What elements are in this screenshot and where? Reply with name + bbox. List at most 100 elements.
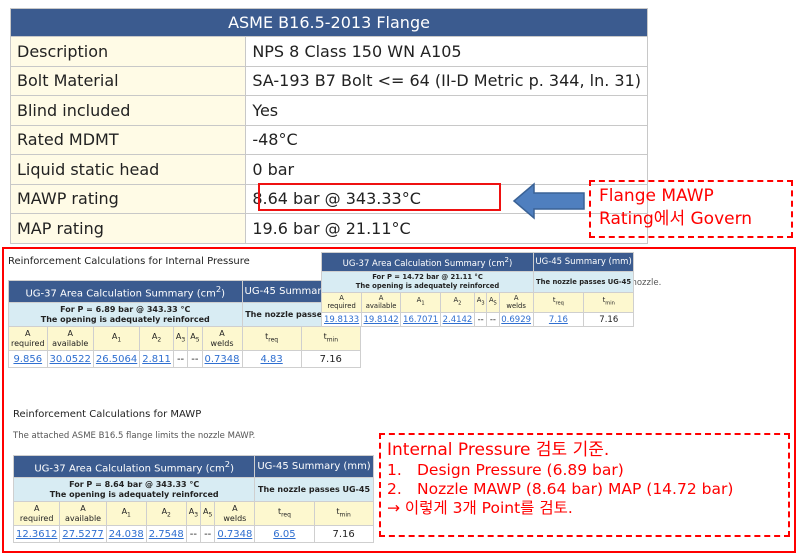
value-link[interactable]: 0.6929 [501,315,531,325]
column-header: A5 [187,326,203,351]
column-header: A2 [145,501,187,526]
column-header: A1 [105,501,147,526]
column-header: A5 [486,291,500,313]
annotation-title: Internal Pressure 검토 기준. [387,440,610,460]
value-link[interactable]: 27.5277 [62,529,103,540]
ug37-header: UG-37 Area Calculation Summary (cm2) [321,252,534,273]
pressure-summary: For P = 6.89 bar @ 343.33 °C The opening … [8,302,243,327]
column-header: Awelds [214,501,256,526]
value-link[interactable]: 0.7348 [217,529,252,540]
value-cell: 7.16 [583,311,635,328]
column-header: Aavailable [59,501,107,526]
flange-table-title: ASME B16.5-2013 Flange [10,8,648,37]
internal-pressure-annotation: Internal Pressure 검토 기준. 1. Design Pressu… [379,433,790,537]
item-number: 2. [387,480,402,498]
value-link[interactable]: 16.7071 [403,315,438,325]
value-link[interactable]: 6.05 [273,529,295,540]
value-link[interactable]: 30.0522 [50,354,91,365]
value-row: 9.856 30.0522 26.5064 2.811 -- -- 0.7348 4.83 7.… [8,350,361,368]
ug45-result: The nozzle passes UG-45 [532,271,635,293]
value-link[interactable]: 4.83 [260,354,282,365]
flange-row: Description NPS 8 Class 150 WN A105 [9,36,648,67]
pressure-summary: For P = 14.72 bar @ 21.11 °C The opening … [321,271,534,293]
flange-row-value: 19.6 bar @ 21.11°C [245,213,648,244]
section-title: Reinforcement Calculations for Internal … [8,256,250,267]
column-header: Arequired [8,326,48,351]
ug37-header: UG-37 Area Calculation Summary (cm2) [12,455,256,478]
pressure-summary: For P = 8.64 bar @ 343.33 °C The opening … [12,477,256,502]
section-title: Reinforcement Calculations for MAWP [13,409,202,420]
annotation-line: Flange MAWP [599,186,714,206]
flange-row: Blind included Yes [9,95,648,126]
left-arrow-icon [512,182,585,220]
value-link[interactable]: 19.8133 [324,315,359,325]
column-header: A5 [200,501,216,526]
reinforcement-table-internal: UG-37 Area Calculation Summary (cm2) UG-… [8,280,361,368]
value-link[interactable]: 9.856 [13,354,42,365]
flange-row-label: Liquid static head [9,154,247,185]
flange-row: Rated MDMT -48°C [9,124,648,155]
flange-mawp-annotation: Flange MAWP Rating에서 Govern [589,180,793,238]
column-header: A3 [473,291,488,313]
value-cell: -- [473,311,488,328]
value-cell: 7.16 [313,525,374,543]
value-cell: -- [486,311,500,328]
item-text: Nozzle MAWP (8.64 bar) MAP (14.72 bar) [417,480,734,498]
reinforcement-table-mawp: UG-37 Area Calculation Summary (cm2) UG-… [12,455,374,543]
column-header: A1 [400,291,441,313]
value-cell: -- [187,350,203,368]
annotation-item: 1. Design Pressure (6.89 bar) [387,461,782,480]
item-text: Design Pressure (6.89 bar) [417,461,624,479]
annotation-item: 2. Nozzle MAWP (8.64 bar) MAP (14.72 bar) [387,480,782,499]
column-header: Aavailable [360,291,402,313]
column-header: Arequired [12,501,61,526]
flange-row: Bolt Material SA-193 B7 Bolt <= 64 (II-D … [9,65,648,96]
flange-row-label: Bolt Material [9,65,247,96]
reinforcement-table-map: UG-37 Area Calculation Summary (cm2) UG-… [321,252,635,328]
value-cell: -- [172,350,189,368]
value-link[interactable]: 2.4142 [443,315,473,325]
value-cell: -- [185,525,202,543]
annotation-conclusion: → 이렇게 3개 Point를 검토. [387,499,573,517]
flange-row: Liquid static head 0 bar [9,154,648,185]
ug45-result: The nozzle passes UG-45 [254,477,374,502]
column-header: A1 [92,326,141,351]
annotation-line: Rating에서 Govern [599,209,753,229]
value-link[interactable]: 2.811 [142,354,171,365]
column-header: A2 [439,291,476,313]
column-header: A3 [185,501,202,526]
column-header: tmin [300,326,361,351]
column-header: A2 [139,326,174,351]
value-link[interactable]: 0.7348 [205,354,240,365]
flange-row-label: Rated MDMT [9,124,247,155]
column-header: tmin [583,291,635,313]
ug45-header: UG-45 Summary (mm) [532,252,635,273]
value-row: 19.8133 19.8142 16.7071 2.4142 -- -- 0.6929 7.1… [321,311,635,328]
ug37-header: UG-37 Area Calculation Summary (cm2) [8,280,243,303]
column-header: A3 [172,326,189,351]
value-link[interactable]: 19.8142 [364,315,399,325]
value-cell: 7.16 [300,350,361,368]
value-link[interactable]: 7.16 [549,315,568,325]
flange-row-value: -48°C [245,124,648,155]
column-header-row: Arequired Aavailable A1 A2 A3 A5 Awelds treq tmi… [321,291,635,313]
value-link[interactable]: 26.5064 [96,354,137,365]
column-header-row: Arequired Aavailable A1 A2 A3 A5 Awelds treq tmi… [12,501,374,526]
column-header: Awelds [498,291,534,313]
value-link[interactable]: 24.038 [109,529,144,540]
column-header: tmin [313,501,374,526]
flange-row-label: Blind included [9,95,247,126]
flange-row-value: NPS 8 Class 150 WN A105 [245,36,648,67]
mawp-highlight-box [258,183,501,211]
column-header: treq [241,326,302,351]
flange-row-label: MAWP rating [9,183,247,214]
flange-row-value: 0 bar [245,154,648,185]
item-number: 1. [387,461,402,479]
column-header: Arequired [321,291,362,313]
value-cell: -- [200,525,216,543]
column-header: Aavailable [46,326,94,351]
value-link[interactable]: 12.3612 [16,529,57,540]
flange-row-label: Description [9,36,247,67]
ug45-header: UG-45 Summary (mm) [254,455,374,478]
value-link[interactable]: 2.7548 [149,529,184,540]
